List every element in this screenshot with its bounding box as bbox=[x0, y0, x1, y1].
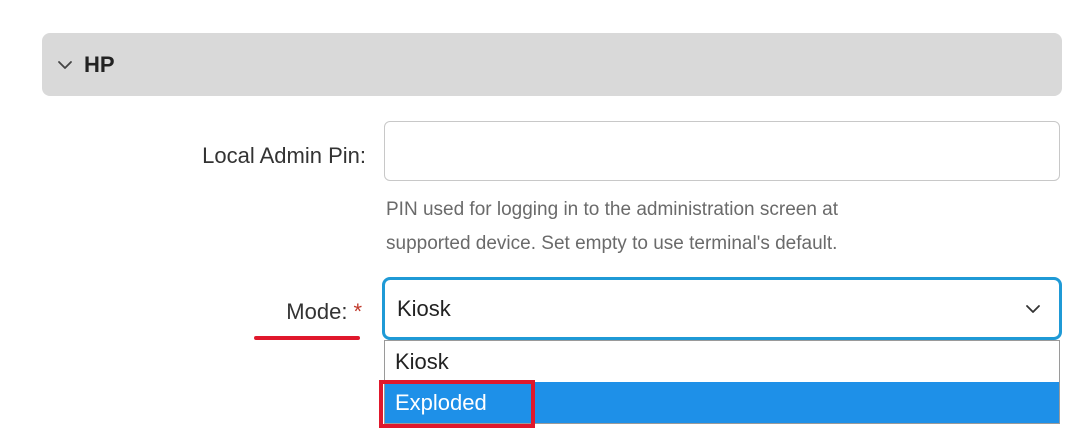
local-admin-pin-label: Local Admin Pin: bbox=[202, 143, 366, 168]
section-title: HP bbox=[84, 51, 115, 77]
mode-select[interactable]: Kiosk bbox=[382, 277, 1062, 340]
required-marker: * bbox=[353, 299, 362, 324]
mode-label: Mode: * bbox=[286, 299, 362, 325]
section-header-hp[interactable]: HP bbox=[42, 33, 1062, 96]
mode-option-kiosk[interactable]: Kiosk bbox=[385, 341, 1059, 382]
help-text-line-2: supported device. Set empty to use termi… bbox=[386, 233, 838, 254]
chevron-down-icon bbox=[1026, 304, 1040, 313]
hp-settings-panel: HP Local Admin Pin: PIN used for logging… bbox=[0, 0, 1070, 441]
local-admin-pin-input[interactable] bbox=[384, 121, 1060, 181]
help-text-line-1: PIN used for logging in to the administr… bbox=[386, 199, 839, 220]
chevron-down-icon bbox=[58, 60, 72, 69]
annotation-highlight-box bbox=[379, 380, 535, 428]
local-admin-pin-help: PIN used for logging in to the administr… bbox=[386, 193, 1066, 261]
mode-label-text: Mode: bbox=[286, 299, 348, 324]
mode-select-value: Kiosk bbox=[397, 295, 451, 321]
annotation-underline bbox=[254, 336, 360, 340]
